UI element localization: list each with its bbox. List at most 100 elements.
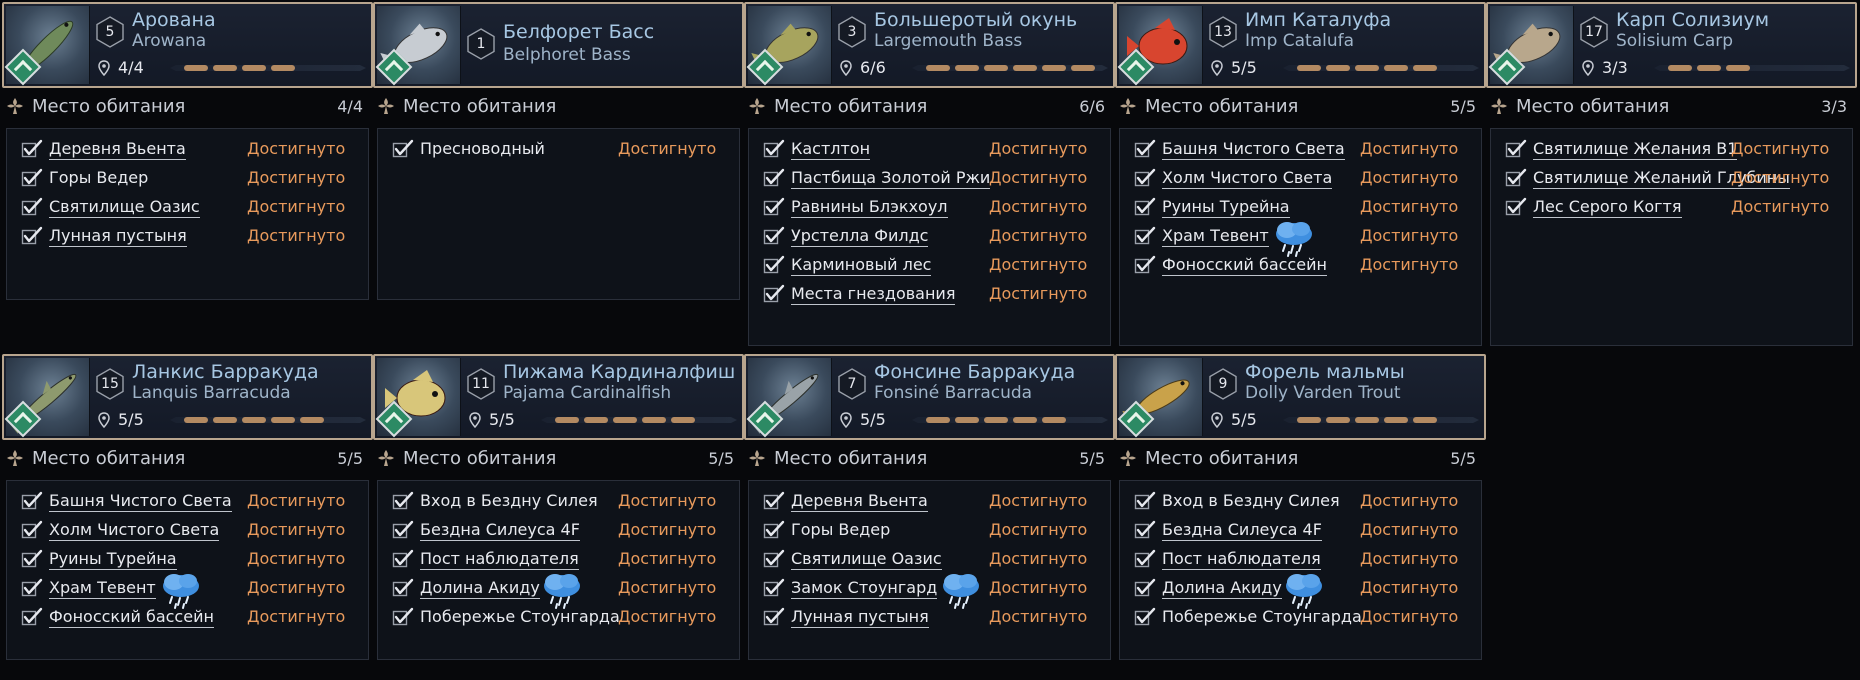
location-name[interactable]: Деревня Вьента: [791, 491, 928, 512]
habitat-row[interactable]: Холм Чистого Света Достигнуто: [1120, 162, 1483, 194]
check-icon: [1134, 255, 1156, 275]
habitat-row[interactable]: Урстелла Филдс Достигнуто: [749, 220, 1112, 252]
fish-header[interactable]: 1 Белфорет Басс Belphoret Bass: [373, 2, 744, 88]
location-name[interactable]: Фоносский бассейн: [1162, 255, 1327, 276]
location-name[interactable]: Замок Стоунгард: [791, 578, 938, 599]
habitat-row[interactable]: Святилище Оазис Достигнуто: [7, 191, 370, 223]
location-name[interactable]: Пастбища Золотой Ржи: [791, 168, 991, 189]
habitat-row[interactable]: Вход в Бездну Силея Достигнуто: [378, 485, 741, 517]
progress-segment: [955, 65, 979, 71]
habitat-row[interactable]: Святилище Желаний Глубины Достигнуто: [1491, 162, 1854, 194]
habitat-list-panel: Башня Чистого Света Достигнуто Холм Чист…: [6, 480, 369, 660]
habitat-row[interactable]: Лес Серого Когтя Достигнуто: [1491, 191, 1854, 223]
location-name[interactable]: Равнины Блэкхоул: [791, 197, 948, 218]
location-name[interactable]: Руины Турейна: [1162, 197, 1290, 218]
habitat-row[interactable]: Лунная пустыня Достигнуто: [7, 220, 370, 252]
location-name[interactable]: Долина Акиду: [1162, 578, 1282, 599]
fish-header[interactable]: 9 Форель мальмы Dolly Varden Trout 5/5: [1115, 354, 1486, 440]
location-name[interactable]: Холм Чистого Света: [1162, 168, 1333, 189]
status-achieved: Достигнуто: [1731, 168, 1830, 187]
location-name[interactable]: Храм Тевент: [1162, 226, 1269, 247]
habitat-row[interactable]: Долина Акиду Достигнуто: [1120, 572, 1483, 609]
fish-header[interactable]: 3 Большеротый окунь Largemouth Bass 6/6: [744, 2, 1115, 88]
habitat-row[interactable]: Фоносский бассейн Достигнуто: [1120, 249, 1483, 281]
location-name[interactable]: Храм Тевент: [49, 578, 156, 599]
location-name[interactable]: Башня Чистого Света: [1162, 139, 1345, 160]
habitat-row[interactable]: Долина Акиду Достигнуто: [378, 572, 741, 609]
habitat-row[interactable]: Пастбища Золотой Ржи Достигнуто: [749, 162, 1112, 194]
progress-segment: [926, 65, 950, 71]
habitat-row[interactable]: Деревня Вьента Достигнуто: [749, 485, 1112, 517]
habitat-row[interactable]: Побережье Стоунгарда Достигнуто: [378, 601, 741, 633]
location-name[interactable]: Карминовый лес: [791, 255, 932, 276]
habitat-row[interactable]: Горы Ведер Достигнуто: [749, 514, 1112, 546]
habitat-row[interactable]: Вход в Бездну Силея Достигнуто: [1120, 485, 1483, 517]
habitat-row[interactable]: Башня Чистого Света Достигнуто: [7, 485, 370, 517]
habitat-row[interactable]: Святилище Желания B1 Достигнуто: [1491, 133, 1854, 165]
location-name[interactable]: Святилище Желания B1: [1533, 139, 1738, 160]
status-achieved: Достигнуто: [247, 607, 346, 626]
location-name[interactable]: Урстелла Филдс: [791, 226, 929, 247]
habitat-section-header: Место обитания 5/5: [2, 446, 373, 472]
habitat-row[interactable]: Храм Тевент Достигнуто: [7, 572, 370, 609]
fleur-de-lis-icon: [1119, 97, 1137, 115]
status-achieved: Достигнуто: [1731, 197, 1830, 216]
location-name[interactable]: Башня Чистого Света: [49, 491, 232, 512]
habitat-row[interactable]: Кастлтон Достигнуто: [749, 133, 1112, 165]
location-name[interactable]: Кастлтон: [791, 139, 871, 160]
habitat-row[interactable]: Карминовый лес Достигнуто: [749, 249, 1112, 281]
habitat-row[interactable]: Храм Тевент Достигнуто: [1120, 220, 1483, 257]
catch-count-row: 5/5: [467, 408, 739, 434]
location-name[interactable]: Деревня Вьента: [49, 139, 186, 160]
fish-header[interactable]: 11 Пижама Кардиналфиш Pajama Cardinalfis…: [373, 354, 744, 440]
check-icon: [763, 284, 785, 304]
habitat-section-header: Место обитания 5/5: [373, 446, 744, 472]
habitat-row[interactable]: Замок Стоунгард Достигнуто: [749, 572, 1112, 609]
location-name[interactable]: Святилище Оазис: [49, 197, 200, 218]
fish-header[interactable]: 7 Фонсине Барракуда Fonsiné Barracuda 5/…: [744, 354, 1115, 440]
location-name[interactable]: Пост наблюдателя: [1162, 549, 1321, 570]
check-icon: [1505, 139, 1527, 159]
location-name[interactable]: Руины Турейна: [49, 549, 177, 570]
habitat-row[interactable]: Холм Чистого Света Достигнуто: [7, 514, 370, 546]
habitat-row[interactable]: Бездна Силеуса 4F Достигнуто: [378, 514, 741, 546]
habitat-row[interactable]: Горы Ведер Достигнуто: [7, 162, 370, 194]
progress-segment: [1326, 65, 1350, 71]
fish-header[interactable]: 13 Имп Каталуфа Imp Catalufa 5/5: [1115, 2, 1486, 88]
location-name[interactable]: Долина Акиду: [420, 578, 540, 599]
location-name[interactable]: Бездна Силеуса 4F: [420, 520, 580, 541]
habitat-row[interactable]: Святилище Оазис Достигнуто: [749, 543, 1112, 575]
habitat-section-header: Место обитания 5/5: [1115, 94, 1486, 120]
fish-header[interactable]: 5 Арована Arowana 4/4: [2, 2, 373, 88]
habitat-row[interactable]: Лунная пустыня Достигнуто: [749, 601, 1112, 633]
location-name[interactable]: Бездна Силеуса 4F: [1162, 520, 1322, 541]
habitat-row[interactable]: Деревня Вьента Достигнуто: [7, 133, 370, 165]
fish-thumbnail: [1488, 6, 1574, 86]
habitat-list-panel: Деревня Вьента Достигнуто Горы Ведер Дос…: [6, 128, 369, 300]
location-name[interactable]: Лунная пустыня: [49, 226, 187, 247]
level-value: 11: [472, 376, 490, 392]
check-icon: [763, 255, 785, 275]
habitat-count: 5/5: [708, 449, 734, 468]
location-name[interactable]: Лес Серого Когтя: [1533, 197, 1682, 218]
status-achieved: Достигнуто: [989, 197, 1088, 216]
habitat-row[interactable]: Пресноводный Достигнуто: [378, 133, 741, 165]
fish-header[interactable]: 15 Ланкис Барракуда Lanquis Barracuda 5/…: [2, 354, 373, 440]
habitat-row[interactable]: Места гнездования Достигнуто: [749, 278, 1112, 310]
habitat-row[interactable]: Побережье Стоунгарда Достигнуто: [1120, 601, 1483, 633]
location-name[interactable]: Лунная пустыня: [791, 607, 929, 628]
location-name[interactable]: Места гнездования: [791, 284, 956, 305]
habitat-row[interactable]: Фоносский бассейн Достигнуто: [7, 601, 370, 633]
habitat-row[interactable]: Равнины Блэкхоул Достигнуто: [749, 191, 1112, 223]
habitat-row[interactable]: Бездна Силеуса 4F Достигнуто: [1120, 514, 1483, 546]
progress-segment: [1297, 417, 1321, 423]
location-name[interactable]: Святилище Оазис: [791, 549, 942, 570]
check-icon: [1134, 607, 1156, 627]
habitat-row[interactable]: Башня Чистого Света Достигнуто: [1120, 133, 1483, 165]
location-name[interactable]: Холм Чистого Света: [49, 520, 220, 541]
fish-name-en: Largemouth Bass: [874, 31, 1023, 51]
progress-fill: [1297, 65, 1437, 71]
location-name[interactable]: Фоносский бассейн: [49, 607, 214, 628]
fish-header[interactable]: 17 Карп Солизиум Solisium Carp 3/3: [1486, 2, 1857, 88]
location-name[interactable]: Пост наблюдателя: [420, 549, 579, 570]
